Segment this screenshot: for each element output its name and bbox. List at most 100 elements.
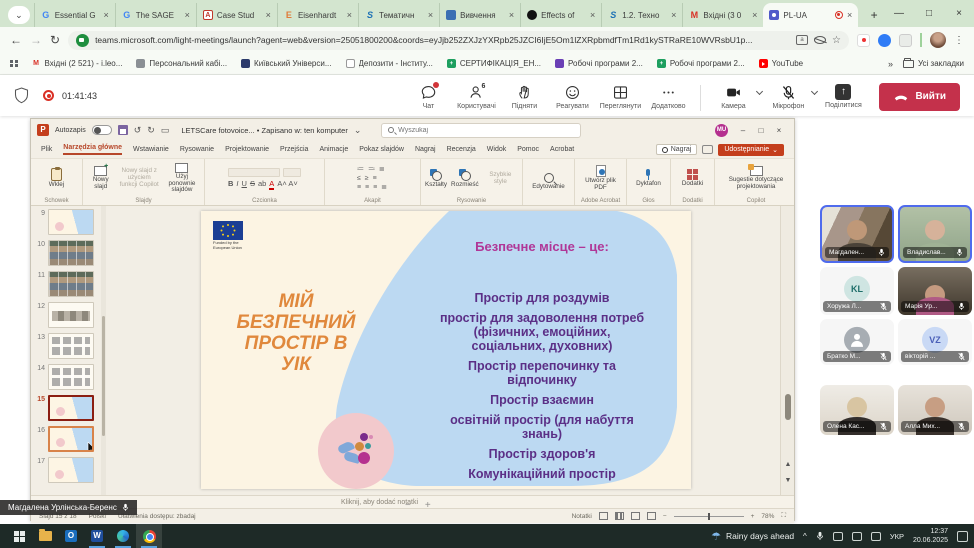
tab-search-icon[interactable]: ⌄ [8,6,30,24]
addins-button[interactable]: Dodatki [682,169,703,188]
extension-blue-icon[interactable] [878,34,891,47]
menu-rysowanie[interactable]: Rysowanie [180,146,214,153]
tray-speaker-icon[interactable] [852,532,862,541]
thumbnail-preview[interactable] [48,271,94,297]
thumbnail-preview[interactable] [48,209,94,235]
file-explorer-button[interactable] [32,524,58,548]
menu-pomoc[interactable]: Pomoc [517,146,539,153]
thumbnail-preview[interactable] [48,395,94,421]
participant-tile[interactable]: Владислав... [898,205,972,263]
menu-animacje[interactable]: Animacje [319,146,348,153]
refresh-icon[interactable]: ↻ [50,33,60,47]
undo-icon[interactable]: ↺ [134,125,142,136]
tab-close-icon[interactable]: × [671,10,676,20]
title-chevron-icon[interactable]: ⌄ [354,125,362,136]
tab-close-icon[interactable]: × [104,10,109,20]
chat-button[interactable]: Чат [404,81,452,110]
ppt-restore-icon[interactable]: □ [752,126,770,135]
menu-pokaz-slajdow[interactable]: Pokaz slajdów [359,146,404,153]
view-button[interactable]: Переглянути [596,81,644,110]
more-button[interactable]: Додатково [644,81,692,110]
fit-slide-icon[interactable]: ⛶ [781,512,786,520]
slide-thumbnail-hovered[interactable]: 16 [33,426,101,452]
chrome-button[interactable] [136,524,162,548]
maximize-icon[interactable]: □ [914,8,944,19]
close-icon[interactable]: × [944,8,974,19]
address-bar[interactable]: a ☆ [68,31,849,50]
overflow-chevrons-icon[interactable]: » [888,59,893,69]
share-button[interactable]: ↑ Поділитися [819,81,867,109]
browser-tab[interactable]: Вивчення × [439,3,520,27]
browser-tab[interactable]: S Тематичн × [358,3,439,27]
thumbnail-preview[interactable] [48,302,94,328]
record-presentation-button[interactable]: Nagraj [656,144,698,155]
zoom-in-icon[interactable]: + [751,513,755,520]
browser-tab[interactable]: Effects of × [520,3,601,27]
new-tab-button[interactable]: + [864,5,884,25]
slide-thumbnail[interactable]: 10 [33,240,101,266]
font-color-button[interactable]: A [269,179,274,190]
font-name-box[interactable] [228,168,280,177]
bookmark-item[interactable]: Робочі програми 2... [555,59,643,68]
slide-thumbnail[interactable]: 9 [33,209,101,235]
thumbnail-preview[interactable] [48,333,94,359]
slide-thumbnail[interactable]: 12 [33,302,101,328]
menu-przejscia[interactable]: Przejścia [280,146,308,153]
bookmark-item[interactable]: Депозити - Інститу... [346,59,433,68]
editing-button[interactable]: Edytowanie [532,173,565,191]
hidden-eye-icon[interactable] [814,36,826,44]
tab-close-icon[interactable]: × [752,10,757,20]
forward-icon[interactable]: → [30,33,42,47]
extensions-puzzle-icon[interactable] [899,34,912,47]
char-size-buttons[interactable]: A˄ A˅ [277,179,297,188]
profile-avatar[interactable] [930,32,946,48]
ppt-search[interactable] [381,123,581,138]
all-bookmarks-button[interactable]: Усі закладки [903,59,964,68]
participant-tile[interactable]: Олена Кас... [820,385,894,435]
outlook-button[interactable]: O [58,524,84,548]
document-title[interactable]: LETSCare fotovoice... • Zapisano w: ten … [181,126,347,135]
browser-tab[interactable]: G The SAGE × [115,3,196,27]
back-icon[interactable]: ← [10,33,22,47]
ppt-minimize-icon[interactable]: – [734,126,752,135]
url-input[interactable] [95,35,790,45]
thumbnail-preview[interactable] [48,457,94,483]
tray-network-icon[interactable] [871,532,881,541]
start-button[interactable] [6,524,32,548]
zoom-out-icon[interactable]: − [663,513,667,520]
new-slide-button[interactable]: Nowy slajd [87,166,114,191]
reuse-slides-button[interactable]: Użyj ponownie slajdów [164,163,200,195]
slide-thumbnail[interactable]: 17 [33,457,101,483]
menu-recenzja[interactable]: Recenzja [447,146,476,153]
bookmark-star-icon[interactable]: ☆ [832,35,841,46]
extension-recorder-icon[interactable] [857,34,870,47]
slide-15[interactable]: Funded by the European Union МІЙ БЕЗПЕЧН… [201,211,691,489]
slide-scrollbar[interactable]: ▲ ▼ [780,206,794,495]
notification-center-icon[interactable] [957,531,968,542]
hidden-icons-chevron[interactable]: ^ [803,532,807,541]
menu-plik[interactable]: Plik [41,146,52,153]
indent-buttons[interactable]: ≤ ≥ ≡ [357,175,388,182]
slide-thumbnail[interactable]: 13 [33,333,101,359]
comments-icon[interactable] [702,145,713,154]
save-icon[interactable] [118,125,128,135]
menu-narzedzia-glowne[interactable]: Narzędzia główne [63,144,122,155]
menu-projektowanie[interactable]: Projektowanie [225,146,269,153]
design-ideas-button[interactable]: Sugestie dotyczące projektowania [721,166,791,191]
autosave-toggle[interactable] [92,125,112,135]
language-switcher[interactable]: УКР [890,532,904,541]
quick-styles-button[interactable]: Szybkie style [483,172,518,186]
browser-tab[interactable]: M Вхідні (3 0 × [682,3,763,27]
dictaphone-button[interactable]: Dyktafon [636,169,661,188]
bold-button[interactable]: B [228,179,233,188]
participant-tile[interactable]: KL Хоружа Л... [820,267,894,315]
participants-button[interactable]: 6 Користувачі [452,81,500,110]
clear-format-button[interactable]: ab [258,179,266,188]
participant-tile[interactable]: Марія Ур... [898,267,972,315]
zoom-out-overlay-icon[interactable]: − [405,500,411,511]
shapes-button[interactable]: Kształty [425,169,447,189]
create-pdf-button[interactable]: Utwórz plik PDF [579,165,622,192]
minimize-icon[interactable]: — [884,8,914,19]
share-zoom-controls[interactable]: −+ [405,500,431,511]
tray-display-icon[interactable] [833,532,843,541]
